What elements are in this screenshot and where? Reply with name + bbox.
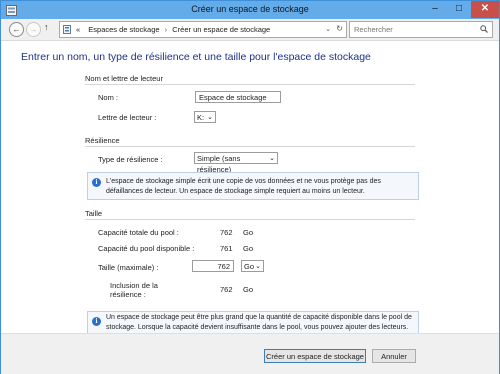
total-capacity-unit: Go [243, 228, 254, 237]
name-label: Nom : [98, 93, 119, 102]
size-field[interactable]: 762 [192, 260, 234, 272]
available-capacity-unit: Go [243, 244, 254, 253]
chevron-down-icon: ⌄ [255, 263, 261, 270]
create-storage-space-button[interactable]: Créer un espace de stockage [264, 349, 366, 363]
section-divider [85, 84, 415, 85]
refresh-icon[interactable]: ↻ [336, 24, 343, 33]
page-heading: Entrer un nom, un type de résilience et … [21, 51, 371, 63]
breadcrumb-create-storage-space[interactable]: Créer un espace de stockage [172, 25, 270, 34]
address-dropdown-icon[interactable]: ⌄ [325, 25, 331, 33]
drive-letter-select[interactable]: K: ⌄ [194, 111, 216, 123]
info-icon: i [92, 317, 101, 326]
resilience-info-text: L'espace de stockage simple écrit une co… [106, 178, 381, 195]
resilience-inclusion-unit: Go [243, 285, 254, 294]
title-bar: Créer un espace de stockage – □ ✕ [1, 1, 499, 19]
resilience-info-box: i L'espace de stockage simple écrit une … [87, 172, 419, 200]
content-area: Entrer un nom, un type de résilience et … [1, 41, 499, 334]
navigation-bar: ← → ↑ « Espaces de stockage › Créer un e… [1, 19, 499, 41]
resilience-inclusion-label: Inclusion de la résilience : [110, 281, 158, 299]
section-divider [85, 219, 415, 220]
available-capacity-value: 761 [220, 244, 233, 253]
window: Créer un espace de stockage – □ ✕ ← → ↑ … [0, 0, 500, 374]
chevron-down-icon: ⌄ [269, 155, 275, 162]
section-title-resilience: Résilience [85, 136, 120, 145]
section-divider [85, 146, 415, 147]
section-title-name: Nom et lettre de lecteur [85, 74, 163, 83]
resilience-inclusion-value: 762 [220, 285, 233, 294]
breadcrumb-storage-spaces[interactable]: Espaces de stockage [88, 25, 159, 34]
minimize-button[interactable]: – [423, 1, 447, 18]
search-icon[interactable] [480, 25, 488, 33]
up-button[interactable]: ↑ [44, 22, 49, 32]
close-button[interactable]: ✕ [471, 1, 499, 18]
resilience-type-select[interactable]: Simple (sans résilience) ⌄ [194, 152, 278, 174]
drive-letter-label: Lettre de lecteur : [98, 113, 157, 122]
info-icon: i [92, 178, 101, 187]
capacity-info-text: Un espace de stockage peut être plus gra… [106, 314, 412, 331]
size-unit-value: Go [244, 262, 255, 271]
name-field[interactable]: Espace de stockage [195, 91, 281, 103]
address-bar[interactable]: « Espaces de stockage › Créer un espace … [59, 21, 347, 38]
section-title-size: Taille [85, 209, 103, 218]
size-label: Taille (maximale) : [98, 263, 159, 272]
available-capacity-label: Capacité du pool disponible : [98, 244, 195, 253]
search-input[interactable] [354, 23, 474, 35]
search-box[interactable] [349, 21, 493, 38]
breadcrumb-prefix[interactable]: « [76, 25, 80, 34]
breadcrumb: « Espaces de stockage › Créer un espace … [76, 25, 270, 34]
forward-button[interactable]: → [26, 22, 41, 37]
control-panel-icon [63, 25, 71, 34]
chevron-down-icon: ⌄ [207, 114, 213, 121]
drive-letter-value: K: [197, 113, 205, 122]
resilience-type-label: Type de résilience : [98, 155, 163, 164]
maximize-button[interactable]: □ [447, 1, 471, 18]
total-capacity-label: Capacité totale du pool : [98, 228, 179, 237]
resilience-type-value: Simple (sans résilience) [197, 154, 241, 174]
capacity-info-box: i Un espace de stockage peut être plus g… [87, 311, 419, 334]
size-unit-select[interactable]: Go ⌄ [241, 260, 264, 272]
total-capacity-value: 762 [220, 228, 233, 237]
back-button[interactable]: ← [9, 22, 24, 37]
cancel-button[interactable]: Annuler [372, 349, 416, 363]
footer: Créer un espace de stockage Annuler [1, 333, 499, 374]
breadcrumb-separator[interactable]: › [165, 25, 168, 34]
